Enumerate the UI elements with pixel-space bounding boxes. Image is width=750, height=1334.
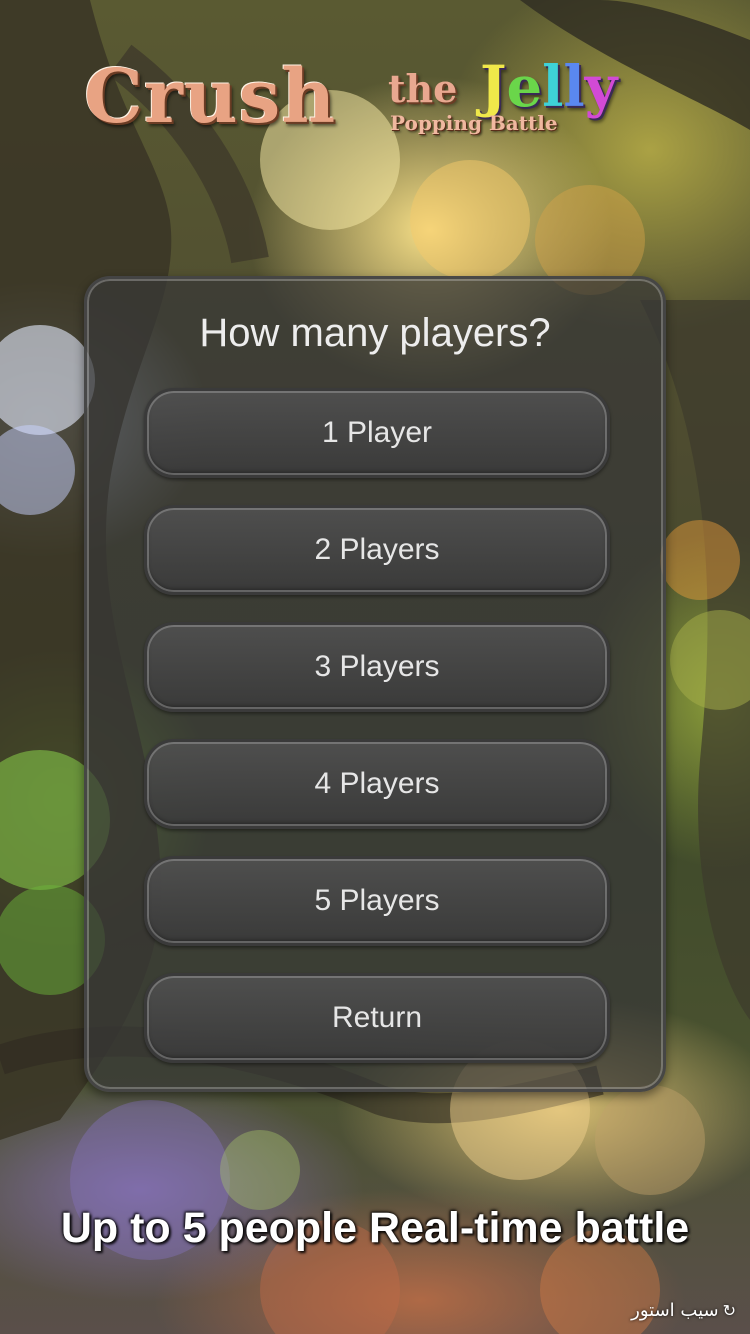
- button-label: 2 Players: [314, 533, 440, 566]
- four-players-button[interactable]: 4 Players: [144, 739, 610, 829]
- three-players-button[interactable]: 3 Players: [144, 622, 610, 712]
- promo-tagline: Up to 5 people Real-time battle: [60, 1204, 690, 1252]
- logo-crush-text: Crush: [84, 54, 337, 140]
- dialog-title: How many players?: [199, 311, 551, 355]
- logo-jelly-letter: l: [563, 54, 585, 120]
- logo-jelly-text: Jelly: [480, 57, 617, 117]
- game-logo: Crush the Jelly Popping Battle: [0, 55, 750, 155]
- logo-subtitle: Popping Battle: [390, 111, 558, 135]
- button-label: 4 Players: [314, 767, 440, 800]
- button-label: 1 Player: [321, 416, 433, 449]
- player-count-dialog: How many players? 1 Player 2 Players 3 P…: [84, 276, 666, 1092]
- button-label: 3 Players: [314, 650, 440, 683]
- five-players-button[interactable]: 5 Players: [144, 856, 610, 946]
- store-logo-icon: ↻: [722, 1301, 736, 1320]
- logo-the-text: the: [388, 66, 458, 111]
- button-label: Return: [331, 1001, 423, 1034]
- store-watermark: سیب استور ↻: [631, 1300, 736, 1322]
- two-players-button[interactable]: 2 Players: [144, 505, 610, 595]
- one-player-button[interactable]: 1 Player: [144, 388, 610, 478]
- return-button[interactable]: Return: [144, 973, 610, 1063]
- logo-jelly-letter: y: [584, 54, 618, 120]
- watermark-text: سیب استور: [631, 1300, 719, 1321]
- button-label: 5 Players: [314, 884, 440, 917]
